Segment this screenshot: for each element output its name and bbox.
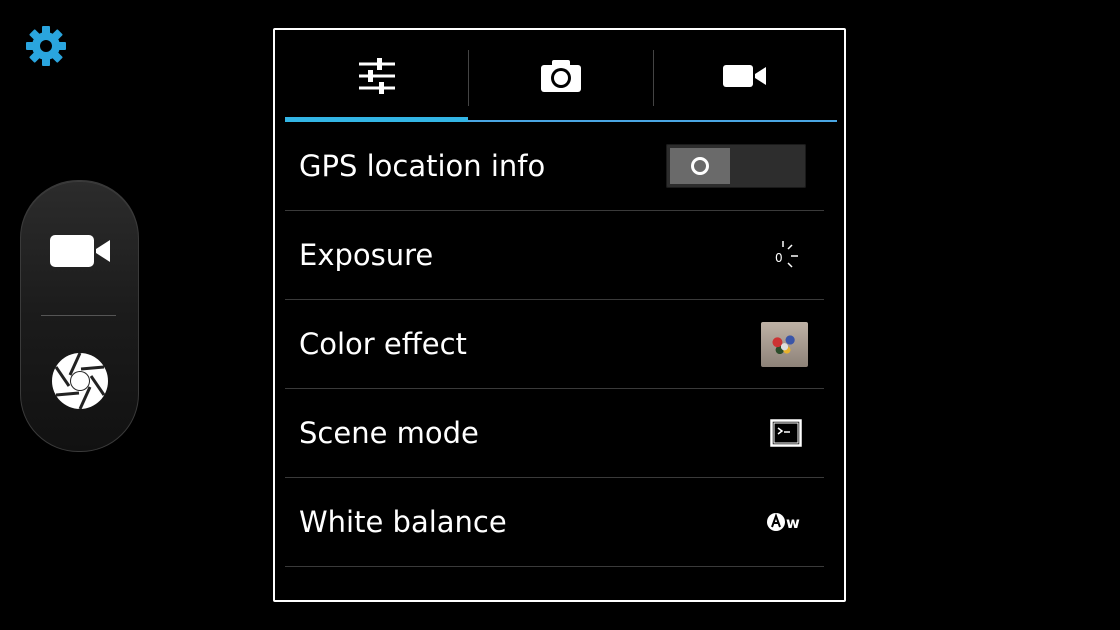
setting-exposure[interactable]: Exposure 0 [285,211,824,300]
white-balance-auto-icon: w [766,478,802,566]
toggle-off-icon [691,157,709,175]
video-camera-icon [49,235,110,267]
setting-label: Scene mode [299,416,479,450]
exposure-icon: 0 [774,211,804,299]
gps-toggle[interactable] [666,122,806,210]
scene-mode-icon [770,389,802,477]
setting-scene-mode[interactable]: Scene mode [285,389,824,478]
toggle-switch[interactable] [666,144,806,188]
color-effect-thumbnail [761,300,808,388]
mode-switcher [20,180,139,452]
video-mode-button[interactable] [21,191,138,311]
settings-panel: GPS location info Exposure 0 Color effec… [273,28,846,602]
settings-gear-icon[interactable] [24,24,68,68]
setting-label: Exposure [299,238,434,272]
toggle-knob [670,148,730,184]
camera-icon [540,60,581,92]
setting-label: GPS location info [299,149,546,183]
setting-label: White balance [299,505,507,539]
settings-list: GPS location info Exposure 0 Color effec… [285,122,824,567]
shutter-button[interactable] [21,321,138,441]
sliders-icon [358,58,395,94]
tab-video-settings[interactable] [653,30,837,122]
setting-label: Color effect [299,327,467,361]
setting-color-effect[interactable]: Color effect [285,300,824,389]
settings-tabs [285,30,837,122]
svg-text:w: w [786,514,800,532]
setting-gps-location[interactable]: GPS location info [285,122,824,211]
tab-general-settings[interactable] [285,30,468,122]
shutter-icon [51,352,108,410]
setting-white-balance[interactable]: White balance w [285,478,824,567]
tab-photo-settings[interactable] [468,30,653,122]
video-camera-icon [723,65,766,87]
capsule-divider [41,315,116,316]
svg-text:0: 0 [775,251,783,265]
